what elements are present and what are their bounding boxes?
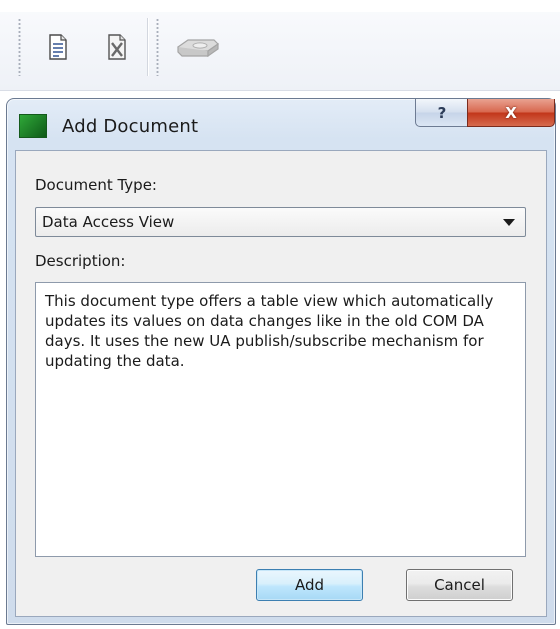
toolbar-separator: [147, 18, 148, 76]
help-icon: ?: [437, 103, 447, 122]
new-document-icon: [49, 34, 67, 60]
add-document-dialog: Add Document ? X Document Type: Data Acc…: [6, 98, 556, 625]
app-icon: [19, 114, 47, 138]
chevron-down-icon[interactable]: [503, 219, 515, 226]
description-label: Description:: [35, 252, 126, 270]
document-type-value: Data Access View: [42, 213, 175, 231]
description-text: This document type offers a table view w…: [45, 292, 494, 370]
server-button[interactable]: [172, 30, 222, 64]
help-button[interactable]: ?: [415, 99, 469, 127]
server-icon: [177, 39, 219, 58]
document-type-label: Document Type:: [35, 176, 157, 194]
toolbar-grip[interactable]: [18, 18, 21, 76]
description-box: This document type offers a table view w…: [35, 282, 526, 557]
dialog-content: Document Type: Data Access View Descript…: [15, 150, 547, 617]
add-button[interactable]: Add: [256, 569, 363, 601]
delete-document-button[interactable]: [100, 30, 134, 64]
close-button[interactable]: X: [467, 99, 555, 127]
new-document-button[interactable]: [41, 30, 75, 64]
toolbar-grip[interactable]: [156, 18, 159, 76]
document-type-select[interactable]: Data Access View: [35, 207, 526, 237]
toolbar-top-strip: [0, 0, 560, 12]
cancel-button[interactable]: Cancel: [406, 569, 513, 601]
screen: Add Document ? X Document Type: Data Acc…: [0, 0, 560, 629]
dialog-title: Add Document: [62, 116, 199, 137]
close-icon: X: [505, 103, 517, 122]
delete-document-icon: [108, 34, 126, 60]
main-toolbar: [0, 0, 560, 91]
